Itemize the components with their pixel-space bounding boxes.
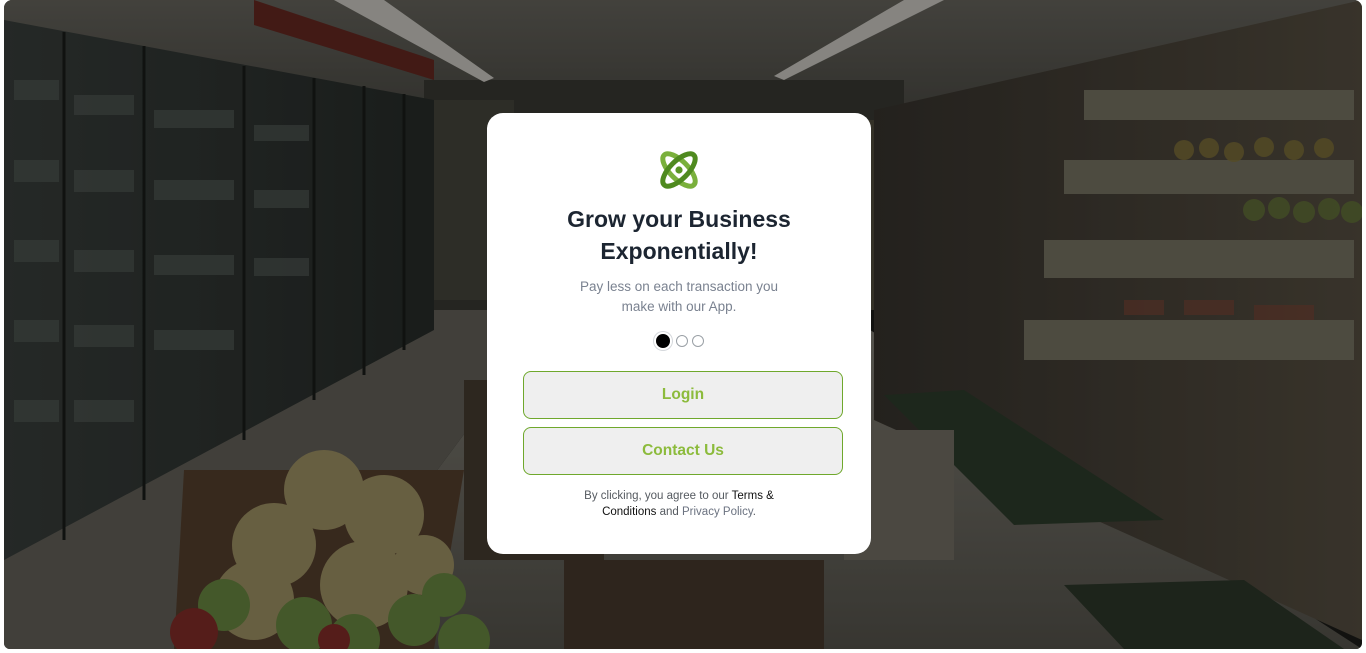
carousel-dot-1[interactable] [654,332,672,350]
subtitle-line-2: make with our App. [621,299,737,314]
privacy-policy-link[interactable]: Privacy Policy [682,506,753,518]
legal-conjunction: and [659,506,679,518]
atom-orbit-logo-icon [660,151,698,189]
welcome-card: Grow your Business Exponentially! Pay le… [487,113,871,554]
subtitle: Pay less on each transaction you make wi… [487,277,871,317]
carousel-dot-3[interactable] [692,335,704,347]
legal-suffix: . [752,506,756,518]
legal-prefix: By clicking, you agree to our [584,490,729,502]
title-line-1: Grow your Business [567,206,791,232]
contact-us-button[interactable]: Contact Us [523,427,843,475]
carousel-dot-2[interactable] [676,335,688,347]
page-title: Grow your Business Exponentially! [487,203,871,267]
title-line-2: Exponentially! [600,238,758,264]
legal-notice: By clicking, you agree to our Terms & Con… [487,488,871,520]
carousel-indicator [487,332,871,350]
subtitle-line-1: Pay less on each transaction you [579,279,779,294]
login-button[interactable]: Login [523,371,843,419]
